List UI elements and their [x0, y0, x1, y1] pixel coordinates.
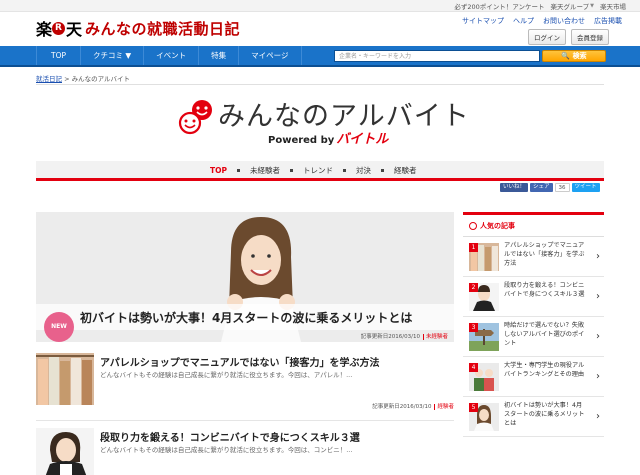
header-links: サイトマップ ヘルプ お問い合わせ 広告掲載	[462, 16, 622, 26]
target-icon	[469, 221, 477, 230]
article-description: どんなバイトもその経験は自己成長に繋がり就活に役立ちます。今回は、コンビニ！..…	[100, 446, 353, 454]
nav-kuchikomi[interactable]: クチコミ ▼	[81, 46, 145, 65]
article-title[interactable]: 段取り力を鍛える！コンビニバイトで身につくスキル３選	[100, 429, 360, 444]
search-button[interactable]: 🔍 検索	[542, 50, 606, 62]
survey-link[interactable]: 必ず200ポイント！アンケート	[454, 1, 544, 11]
popular-item[interactable]: 5 初バイトは勢いが大事！4月スタートの波に乗るメリットとは ›	[463, 397, 604, 437]
search-input[interactable]: 企業名・キーワードを入力	[334, 50, 540, 62]
clothes-thumbnail	[36, 353, 94, 405]
powered-by-label: Powered by	[268, 135, 335, 146]
bullet-separator	[290, 169, 293, 172]
article-title[interactable]: アパレルショップでマニュアルではない「接客力」を学ぶ方法	[100, 354, 380, 369]
facebook-share-button[interactable]: シェア	[530, 183, 553, 192]
main-nav: TOP クチコミ ▼ イベント 特集 マイページ 企業名・キーワードを入力 🔍 …	[0, 46, 640, 67]
nav-top[interactable]: TOP	[36, 46, 82, 65]
sidebar-heading: 人気の記事	[463, 215, 604, 237]
rank-badge: 3	[469, 323, 478, 332]
popular-item-title: 段取り力を鍛える！コンビニバイトで身につくスキル３選	[504, 282, 585, 298]
rank-badge: 4	[469, 363, 478, 372]
breadcrumb-current: みんなのアルバイト	[71, 75, 131, 83]
popular-item[interactable]: 3 時給だけで選んでない？失敗しないアルバイト選びのポイント ›	[463, 317, 604, 357]
rakuten-market-link[interactable]: 楽天市場	[600, 1, 626, 11]
subnav-beginner[interactable]: 未経験者	[250, 165, 280, 176]
divider	[36, 420, 454, 421]
popular-item-title: アパレルショップでマニュアルではない「接客力」を学ぶ方法	[504, 242, 585, 267]
rank-badge: 1	[469, 243, 478, 252]
popular-item-title: 初バイトは勢いが大事！4月スタートの波に乗るメリットとは	[504, 402, 585, 427]
baitoru-logo: バイトル	[336, 132, 389, 147]
popular-item[interactable]: 1 アパレルショップでマニュアルではない「接客力」を学ぶ方法 ›	[463, 237, 604, 277]
featured-tag[interactable]: 未経験者	[422, 334, 448, 340]
auth-buttons: ログイン 会員登録	[528, 29, 609, 45]
featured-article[interactable]: 初バイトは勢いが大事！4月スタートの波に乗るメリットとは NEW 記事更新日20…	[36, 212, 454, 342]
article-item[interactable]: アパレルショップでマニュアルではない「接客力」を学ぶ方法 どんなバイトもその経験…	[36, 353, 454, 415]
chevron-right-icon: ›	[596, 411, 600, 422]
nav-event[interactable]: イベント	[144, 46, 200, 65]
chevron-right-icon: ›	[596, 371, 600, 382]
contact-link[interactable]: お問い合わせ	[543, 16, 585, 26]
popular-articles-sidebar: 人気の記事 1 アパレルショップでマニュアルではない「接客力」を学ぶ方法 › 2…	[463, 212, 604, 437]
article-item[interactable]: 段取り力を鍛える！コンビニバイトで身につくスキル３選 どんなバイトもその経験は自…	[36, 428, 454, 475]
nav-items: TOP クチコミ ▼ イベント 特集 マイページ	[36, 46, 302, 65]
chevron-right-icon: ›	[596, 291, 600, 302]
divider	[36, 84, 604, 85]
tweet-button[interactable]: ツイート	[571, 183, 600, 192]
site-name: みんなの就職活動日記	[85, 19, 241, 38]
featured-caption: 初バイトは勢いが大事！4月スタートの波に乗るメリットとは	[36, 304, 454, 330]
social-buttons: いいね！ シェア 36 ツイート	[500, 183, 600, 192]
breadcrumb-home[interactable]: 就活日記	[36, 75, 62, 83]
register-button[interactable]: 会員登録	[571, 29, 609, 45]
chevron-right-icon: ›	[596, 251, 600, 262]
logo-r-mark: R	[52, 21, 66, 35]
nav-mypage[interactable]: マイページ	[239, 46, 302, 65]
utility-bar: 必ず200ポイント！アンケート 楽天グループ ▼ 楽天市場	[0, 0, 640, 12]
bullet-separator	[343, 169, 346, 172]
new-badge: NEW	[44, 312, 74, 342]
popular-item[interactable]: 2 段取り力を鍛える！コンビニバイトで身につくスキル３選 ›	[463, 277, 604, 317]
article-meta: 記事更新日2016/03/10 経験者	[372, 402, 454, 410]
article-tag[interactable]: 経験者	[434, 404, 454, 410]
facebook-like-button[interactable]: いいね！	[500, 183, 529, 192]
bullet-separator	[237, 169, 240, 172]
popular-item[interactable]: 4 大学生・専門学生の現役アルバイトランキングとその理由 ›	[463, 357, 604, 397]
featured-date: 記事更新日2016/03/10	[360, 334, 420, 340]
featured-meta: 記事更新日2016/03/10 未経験者	[361, 332, 448, 340]
bullet-separator	[381, 169, 384, 172]
rank-badge: 2	[469, 283, 478, 292]
chevron-down-icon: ▼	[590, 3, 594, 9]
subnav-versus[interactable]: 対決	[356, 165, 371, 176]
sub-nav-items: TOP 未経験者 トレンド 対決 経験者	[210, 165, 417, 176]
utility-links: 必ず200ポイント！アンケート 楽天グループ ▼ 楽天市場	[454, 1, 626, 11]
faces-icon	[178, 100, 212, 135]
article-description: どんなバイトもその経験は自己成長に繋がり就活に役立ちます。今回は、アパレル！..…	[100, 371, 353, 379]
popular-item-title: 大学生・専門学生の現役アルバイトランキングとその理由	[504, 362, 585, 378]
minna-no-arubaito-logo[interactable]: みんなのアルバイト Powered by バイトル	[178, 94, 469, 150]
subnav-experienced[interactable]: 経験者	[394, 165, 417, 176]
breadcrumb: 就活日記 > みんなのアルバイト	[36, 73, 130, 83]
ads-link[interactable]: 広告掲載	[594, 16, 622, 26]
breadcrumb-sep: >	[62, 75, 72, 83]
chevron-right-icon: ›	[596, 331, 600, 342]
rakuten-group-label: 楽天グループ	[550, 3, 590, 11]
article-date: 記事更新日2016/03/10	[372, 404, 432, 410]
clerk-thumbnail	[36, 428, 94, 475]
sidebar-heading-label: 人気の記事	[480, 221, 515, 230]
sitemap-link[interactable]: サイトマップ	[462, 16, 504, 26]
logo-raku: 楽	[36, 20, 52, 39]
powered-by: Powered by バイトル	[268, 128, 388, 147]
rank-badge: 5	[469, 403, 478, 412]
logo-ten: 天	[66, 20, 82, 39]
nav-feature[interactable]: 特集	[199, 46, 240, 65]
share-count: 36	[554, 183, 570, 192]
help-link[interactable]: ヘルプ	[513, 16, 534, 26]
subnav-trend[interactable]: トレンド	[303, 165, 333, 176]
login-button[interactable]: ログイン	[528, 29, 566, 45]
site-logo[interactable]: 楽 R 天 みんなの就職活動日記	[36, 16, 240, 40]
subnav-top[interactable]: TOP	[210, 166, 227, 175]
popular-item-title: 時給だけで選んでない？失敗しないアルバイト選びのポイント	[504, 322, 585, 347]
rakuten-group-link[interactable]: 楽天グループ ▼	[551, 1, 594, 11]
sub-nav: TOP 未経験者 トレンド 対決 経験者	[36, 161, 604, 181]
featured-title[interactable]: 初バイトは勢いが大事！4月スタートの波に乗るメリットとは	[80, 309, 412, 326]
